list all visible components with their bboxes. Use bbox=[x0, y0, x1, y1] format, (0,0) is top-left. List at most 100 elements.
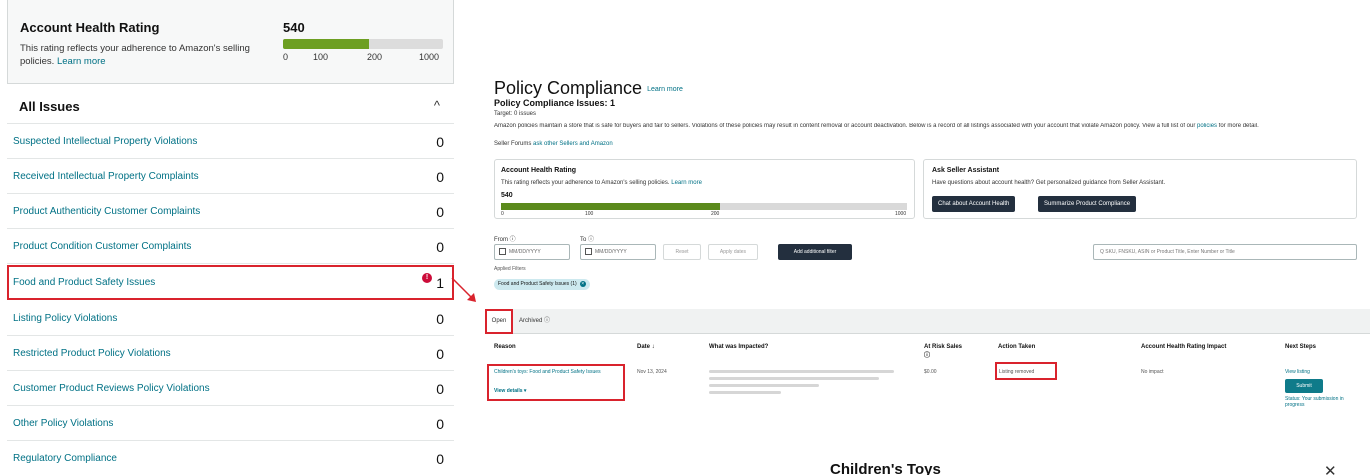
issue-count: 0 bbox=[436, 381, 444, 397]
col-header-ahr-impact: Account Health Rating Impact bbox=[1141, 344, 1227, 350]
row-action: Listing removed bbox=[999, 369, 1035, 375]
from-date-input[interactable]: MM/DD/YYYY bbox=[494, 244, 570, 260]
issue-count: 0 bbox=[436, 239, 444, 255]
ahr-card-bar-fill bbox=[501, 203, 721, 210]
page-learn-more-link[interactable]: Learn more bbox=[647, 86, 683, 93]
issue-count: 0 bbox=[436, 346, 444, 362]
issue-row[interactable]: Listing Policy Violations 0 bbox=[7, 301, 454, 336]
col-header-date[interactable]: Date ↓ bbox=[637, 344, 655, 350]
issue-count: 0 bbox=[436, 451, 444, 467]
col-header-action: Action Taken bbox=[998, 344, 1036, 350]
chat-account-health-button[interactable]: Chat about Account Health bbox=[932, 196, 1016, 212]
reset-button[interactable]: Reset bbox=[663, 244, 701, 260]
seller-assistant-card: Ask Seller Assistant Have questions abou… bbox=[923, 159, 1357, 219]
issue-row[interactable]: Received Intellectual Property Complaint… bbox=[7, 159, 454, 194]
assistant-desc: Have questions about account health? Get… bbox=[932, 180, 1166, 186]
col-header-impacted: What was Impacted? bbox=[709, 344, 769, 350]
ahr-description: This rating reflects your adherence to A… bbox=[20, 42, 260, 68]
issue-link[interactable]: Food and Product Safety Issues bbox=[13, 277, 155, 288]
issue-link[interactable]: Listing Policy Violations bbox=[13, 313, 117, 324]
issue-link[interactable]: Other Policy Violations bbox=[13, 418, 113, 429]
intro-text: Amazon policies maintain a store that is… bbox=[494, 123, 1362, 129]
ahr-learn-more-link[interactable]: Learn more bbox=[57, 56, 106, 67]
tab-archived[interactable]: Archived ⓘ bbox=[519, 309, 550, 334]
policies-link[interactable]: policies bbox=[1197, 123, 1217, 129]
submission-status: Status: Your submission in progress bbox=[1285, 396, 1344, 408]
ahr-ticks: 0 100 200 1000 bbox=[283, 52, 443, 64]
ahr-tick: 0 bbox=[283, 52, 289, 62]
issue-link[interactable]: Product Condition Customer Complaints bbox=[13, 241, 191, 252]
issue-link[interactable]: Customer Product Reviews Policy Violatio… bbox=[13, 383, 210, 394]
issue-row[interactable]: Restricted Product Policy Violations 0 bbox=[7, 336, 454, 371]
status-tabs: Open Archived ⓘ bbox=[485, 309, 1370, 334]
issue-link[interactable]: Suspected Intellectual Property Violatio… bbox=[13, 136, 197, 147]
seller-forums-link[interactable]: ask other Sellers and Amazon bbox=[533, 141, 613, 147]
col-header-at-risk: At Risk Sales ⓘ bbox=[924, 344, 963, 359]
issue-link[interactable]: Product Authenticity Customer Complaints bbox=[13, 206, 200, 217]
to-date-input[interactable]: MM/DD/YYYY bbox=[580, 244, 656, 260]
row-ahr-impact: No impact bbox=[1141, 369, 1164, 375]
ahr-card-tick: 100 bbox=[585, 211, 594, 217]
ahr-card-bar bbox=[501, 203, 907, 210]
ahr-card-desc-text: This rating reflects your adherence to A… bbox=[501, 180, 670, 186]
issue-count: 0 bbox=[436, 134, 444, 150]
issue-row[interactable]: Other Policy Violations 0 bbox=[7, 406, 454, 441]
issue-count: 0 bbox=[436, 204, 444, 220]
issue-row[interactable]: Regulatory Compliance 0 bbox=[7, 441, 454, 475]
from-date-value: MM/DD/YYYY bbox=[509, 249, 541, 255]
ahr-progress-bar bbox=[283, 39, 443, 49]
issue-link[interactable]: Regulatory Compliance bbox=[13, 453, 117, 464]
summarize-compliance-button[interactable]: Summarize Product Compliance bbox=[1038, 196, 1137, 212]
ahr-progress-fill bbox=[283, 39, 370, 49]
ahr-card-learn-more[interactable]: Learn more bbox=[671, 180, 702, 186]
row-at-risk: $0.00 bbox=[924, 369, 937, 375]
ahr-card-ticks: 0 100 200 1000 bbox=[501, 211, 907, 219]
modal-title: Children's Toys bbox=[830, 461, 941, 475]
all-issues-title: All Issues bbox=[19, 99, 80, 114]
red-arrow-icon bbox=[451, 277, 476, 302]
ahr-tick: 1000 bbox=[419, 52, 440, 62]
filter-chip[interactable]: Food and Product Safety Issues (1) × bbox=[494, 279, 590, 290]
ahr-description-text: This rating reflects your adherence to A… bbox=[20, 43, 250, 67]
view-listing-link[interactable]: View listing bbox=[1285, 369, 1310, 375]
tab-open[interactable]: Open bbox=[485, 309, 513, 334]
submit-button[interactable]: Submit bbox=[1285, 379, 1323, 393]
seller-forums-text: Seller Forums ask other Sellers and Amaz… bbox=[494, 141, 613, 147]
screenshot-canvas: Account Health Rating This rating reflec… bbox=[0, 0, 1370, 475]
seller-forums-label: Seller Forums bbox=[494, 141, 532, 147]
policy-compliance-page: Policy Compliance Learn more Policy Compl… bbox=[485, 0, 1370, 475]
col-header-reason: Reason bbox=[494, 344, 516, 350]
reason-link[interactable]: Children's toys: Food and Product Safety… bbox=[494, 369, 616, 375]
remove-filter-icon[interactable]: × bbox=[579, 281, 586, 287]
filter-chip-label: Food and Product Safety Issues (1) bbox=[498, 281, 577, 287]
issue-row[interactable]: Suspected Intellectual Property Violatio… bbox=[7, 124, 454, 159]
search-input[interactable]: Q SKU, FNSKU, ASIN or Product Title, Ent… bbox=[1093, 244, 1357, 260]
close-icon[interactable]: ✕ bbox=[1324, 462, 1337, 475]
add-filter-button[interactable]: Add additional filter bbox=[778, 244, 852, 260]
issue-row[interactable]: Customer Product Reviews Policy Violatio… bbox=[7, 371, 454, 406]
ahr-card-tick: 0 bbox=[501, 211, 504, 217]
calendar-icon bbox=[499, 248, 506, 256]
issue-row-highlighted[interactable]: Food and Product Safety Issues ! 1 bbox=[7, 265, 454, 300]
issue-row[interactable]: Product Authenticity Customer Complaints… bbox=[7, 194, 454, 229]
issue-link[interactable]: Received Intellectual Property Complaint… bbox=[13, 171, 199, 182]
from-label: From ⓘ bbox=[494, 237, 516, 243]
issue-count: 1 bbox=[436, 275, 444, 291]
ahr-card-title: Account Health Rating bbox=[501, 167, 577, 174]
view-details-link[interactable]: View details ▾ bbox=[494, 388, 526, 394]
chevron-up-icon[interactable]: ^ bbox=[434, 98, 440, 113]
ahr-card-score: 540 bbox=[501, 192, 513, 199]
ahr-tick: 100 bbox=[313, 52, 329, 62]
account-health-rating-box: Account Health Rating This rating reflec… bbox=[7, 0, 454, 84]
issue-count: 0 bbox=[436, 311, 444, 327]
issues-count-subtitle: Policy Compliance Issues: 1 bbox=[494, 98, 616, 108]
col-header-next-steps: Next Steps bbox=[1285, 344, 1317, 350]
all-issues-header[interactable]: All Issues ^ bbox=[7, 84, 454, 124]
to-date-value: MM/DD/YYYY bbox=[595, 249, 627, 255]
row-date: Nov 13, 2024 bbox=[637, 369, 667, 375]
apply-dates-button[interactable]: Apply dates bbox=[708, 244, 758, 260]
alert-icon: ! bbox=[422, 273, 432, 283]
issue-row[interactable]: Product Condition Customer Complaints 0 bbox=[7, 229, 454, 264]
redacted-text bbox=[709, 377, 879, 380]
issue-link[interactable]: Restricted Product Policy Violations bbox=[13, 348, 171, 359]
